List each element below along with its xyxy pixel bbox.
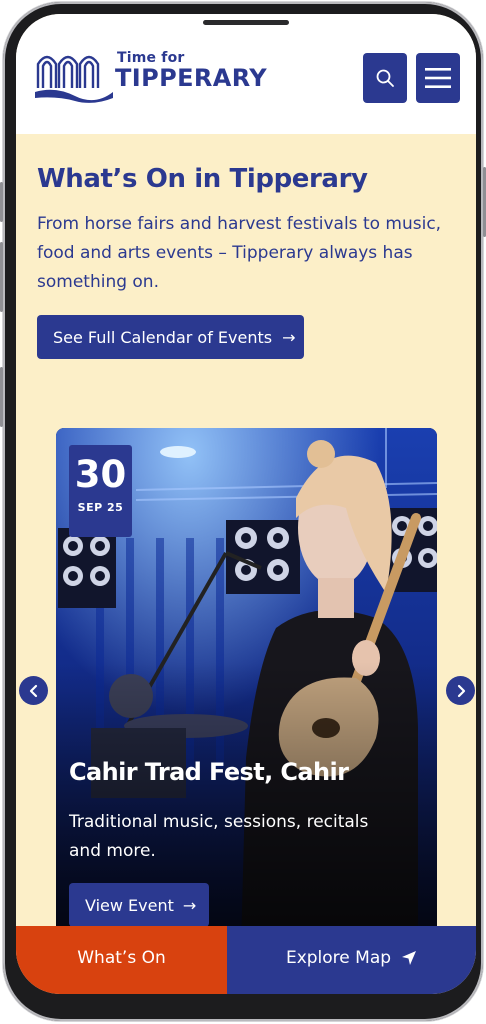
logo-arches-icon (35, 55, 113, 103)
arrow-right-icon: → (182, 895, 197, 915)
full-calendar-button[interactable]: See Full Calendar of Events → (37, 315, 304, 359)
site-header: Time for TIPPERARY (16, 14, 476, 134)
navigation-arrow-icon (402, 951, 417, 965)
carousel-next-button[interactable] (446, 676, 475, 705)
chevron-right-icon (457, 684, 465, 697)
front-camera (203, 20, 289, 25)
event-description: Traditional music, sessions, recitals an… (69, 812, 369, 861)
event-date-month: SEP 25 (77, 501, 124, 514)
explore-map-label: Explore Map (285, 948, 392, 968)
event-date-badge: 30 SEP 25 (69, 445, 132, 537)
view-event-button-label: View Event (85, 895, 174, 915)
menu-button[interactable] (416, 53, 460, 103)
view-event-button[interactable]: View Event → (69, 883, 209, 927)
event-date-day: 30 (74, 453, 127, 496)
tipperary-logo[interactable]: Time for TIPPERARY (35, 48, 267, 108)
bottom-action-bar: What’s On Explore Map (16, 926, 476, 994)
full-calendar-button-label: See Full Calendar of Events (53, 327, 273, 347)
explore-map-button[interactable]: Explore Map (227, 926, 476, 994)
carousel-prev-button[interactable] (19, 676, 48, 705)
event-card[interactable]: 30 SEP 25 Cahir Trad Fest, Cahir Traditi… (56, 428, 437, 948)
page-title: What’s On in Tipperary (37, 164, 368, 194)
search-button[interactable] (363, 53, 407, 103)
logo-wordmark: TIPPERARY (115, 64, 268, 92)
chevron-left-icon (29, 684, 37, 697)
phone-side-button (0, 367, 3, 427)
whats-on-label: What’s On (77, 948, 166, 968)
phone-screen: Time for TIPPERARY What’s On in Tipperar… (16, 14, 476, 994)
search-icon (376, 69, 394, 87)
event-title[interactable]: Cahir Trad Fest, Cahir (69, 758, 349, 786)
intro-paragraph: From horse fairs and harvest festivals t… (37, 214, 442, 292)
phone-side-button (0, 182, 3, 222)
phone-side-button (0, 242, 3, 312)
hamburger-menu-icon (425, 68, 451, 88)
whats-on-button[interactable]: What’s On (16, 926, 227, 994)
arrow-right-icon: → (282, 327, 296, 347)
phone-frame: Time for TIPPERARY What’s On in Tipperar… (0, 2, 486, 1021)
